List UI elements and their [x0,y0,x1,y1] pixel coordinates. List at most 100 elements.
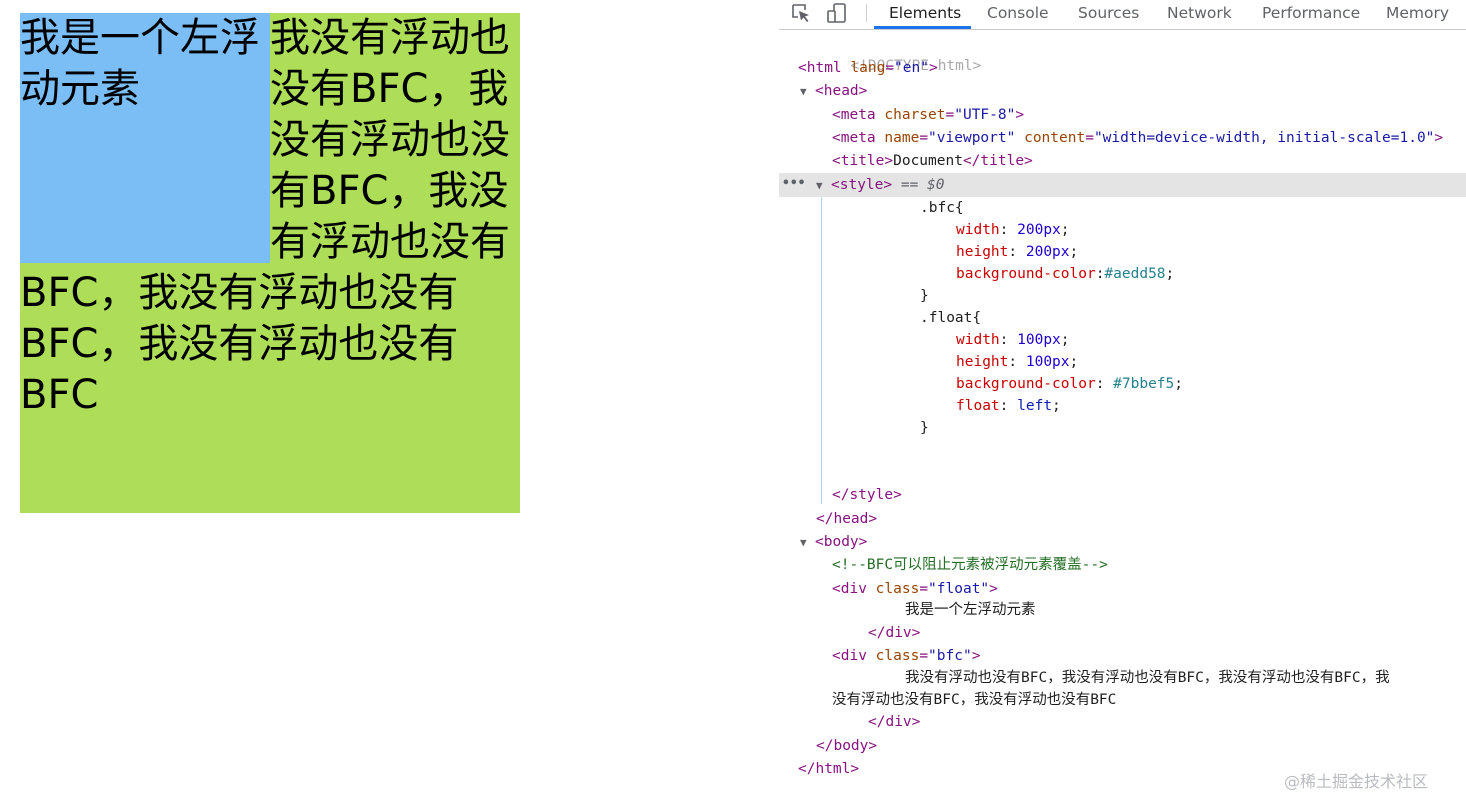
html-close-tag: </html> [798,761,860,777]
css-line: width: 200px; [956,222,1070,238]
tree-line-title[interactable]: <title>Document</title> [832,150,1033,172]
div-class-attr: class [875,581,920,597]
css-line: .bfc{ [920,197,964,219]
css-selector: .bfc{ [920,200,964,216]
toolbar-separator [866,4,867,22]
meta-tag: <meta [832,107,876,123]
tree-line-html-open[interactable]: <html lang="en"> [798,57,938,79]
tree-line-meta-viewport[interactable]: <meta name="viewport" content="width=dev… [832,127,1443,149]
html-comment: <!--BFC可以阻止元素被浮动元素覆盖--> [832,557,1108,573]
tab-performance[interactable]: Performance [1262,0,1360,29]
expand-triangle-icon[interactable]: ▼ [800,536,807,549]
html-open-tag: <html [798,60,842,76]
indent-guide [821,197,822,504]
css-property: float [956,398,1000,414]
tag-close-bracket: > [989,581,998,597]
float-box-text: 我是一个左浮动元素 [20,15,260,112]
div-open-tag: <div [832,648,867,664]
title-open-tag: <title> [832,153,894,169]
div-close-tag: </div> [868,714,921,730]
equals-sign: = [919,581,929,597]
text-node: 我是一个左浮动元素 [905,602,1036,618]
div-close-tag: </div> [868,625,921,641]
css-brace: } [920,420,929,436]
selected-node-marker: == $0 [900,177,945,193]
meta-tag: <meta [832,130,876,146]
div-class-value: "bfc" [928,648,972,664]
tree-line-comment[interactable]: <!--BFC可以阻止元素被浮动元素覆盖--> [832,554,1108,576]
css-line: background-color: #7bbef5; [956,376,1183,392]
css-property: background-color [956,376,1096,392]
tree-line-style-close[interactable]: </style> [832,484,902,506]
tree-line-div-float-open[interactable]: <div class="float"> [832,578,998,600]
css-line: .float{ [920,307,981,329]
tree-line-div-bfc-open[interactable]: <div class="bfc"> [832,645,980,667]
css-property: width [956,332,1000,348]
tab-console[interactable]: Console [987,0,1049,29]
active-tab-indicator [874,26,971,29]
tree-line-div-bfc-text-cont[interactable]: 没有浮动也没有BFC，我没有浮动也没有BFC [832,689,1116,711]
tab-elements[interactable]: Elements [889,0,961,29]
devtools-toolbar: Elements Console Sources Network Perform… [779,0,1466,30]
tree-line-style-open[interactable]: ▼ <style> == $0 [816,174,945,196]
html-lang-value: "en" [894,60,929,76]
bfc-box: 我是一个左浮动元素 我没有浮动也没有BFC，我没有浮动也没有BFC，我没有浮动也… [20,13,520,513]
device-toolbar-icon[interactable] [826,2,848,24]
tree-line-head-close[interactable]: </head> [816,508,877,530]
css-property: height [956,354,1009,370]
css-value: #aedd58 [1104,266,1166,282]
css-value: 100px [1025,354,1070,370]
equals-sign: = [885,60,895,76]
head-close-tag: </head> [816,511,878,527]
tab-memory[interactable]: Memory [1386,0,1449,29]
style-open-tag: <style> [831,177,893,193]
css-line: height: 200px; [956,244,1079,260]
tree-line-doctype[interactable]: <!DOCTYPE html> [798,33,981,74]
more-options-icon[interactable]: ••• [782,173,805,195]
css-line: height: 100px; [956,354,1079,370]
equals-sign: = [919,648,929,664]
tree-line-meta-charset[interactable]: <meta charset="UTF-8"> [832,104,1024,126]
css-property: height [956,244,1009,260]
css-value: #7bbef5 [1113,376,1175,392]
watermark: @稀土掘金技术社区 [1284,772,1429,791]
float-box: 我是一个左浮动元素 [20,13,270,263]
head-open-tag: <head> [815,83,868,99]
tab-network[interactable]: Network [1167,0,1232,29]
expand-triangle-icon[interactable]: ▼ [800,85,807,98]
tab-sources[interactable]: Sources [1078,0,1139,29]
css-value: 200px [1025,244,1070,260]
css-line: } [920,285,929,307]
body-close-tag: </body> [816,738,878,754]
css-property: width [956,222,1000,238]
tree-line-html-close[interactable]: </html> [798,758,859,780]
css-line: background-color:#aedd58; [956,266,1175,282]
tag-close-bracket: > [1434,130,1444,146]
text-node: 没有浮动也没有BFC，我没有浮动也没有BFC [832,692,1117,708]
text-node: 我没有浮动也没有BFC，我没有浮动也没有BFC，我没有浮动也没有BFC，我 [905,670,1390,686]
tag-close-bracket: > [928,60,938,76]
tree-line-head-open[interactable]: ▼ <head> [800,80,867,102]
inspect-element-icon[interactable] [790,2,812,24]
css-value: left [1017,398,1053,414]
meta-charset-value: "UTF-8" [954,107,1016,123]
tag-close-bracket: > [1015,107,1025,123]
body-open-tag: <body> [815,534,868,550]
css-brace: } [920,288,929,304]
elements-tree: ••• <!DOCTYPE html> <html lang="en"> ▼ <h… [779,30,1466,812]
meta-charset-attr: charset [884,107,946,123]
css-value: 200px [1017,222,1061,238]
tree-line-div-bfc-text[interactable]: 我没有浮动也没有BFC，我没有浮动也没有BFC，我没有浮动也没有BFC，我 [905,667,1390,689]
devtools-panel: Elements Console Sources Network Perform… [779,0,1466,812]
tree-line-body-close[interactable]: </body> [816,735,877,757]
div-open-tag: <div [832,581,867,597]
tree-line-div-float-text[interactable]: 我是一个左浮动元素 [905,599,1036,621]
html-lang-attr: lang [850,60,886,76]
tree-line-div-bfc-close[interactable]: </div> [868,711,920,733]
tree-line-body-open[interactable]: ▼ <body> [800,531,867,553]
tree-line-div-float-close[interactable]: </div> [868,622,920,644]
meta-content-attr: content [1024,130,1086,146]
page-viewport: 我是一个左浮动元素 我没有浮动也没有BFC，我没有浮动也没有BFC，我没有浮动也… [0,0,779,812]
title-text: Document [893,153,963,169]
expand-triangle-icon[interactable]: ▼ [816,179,823,192]
